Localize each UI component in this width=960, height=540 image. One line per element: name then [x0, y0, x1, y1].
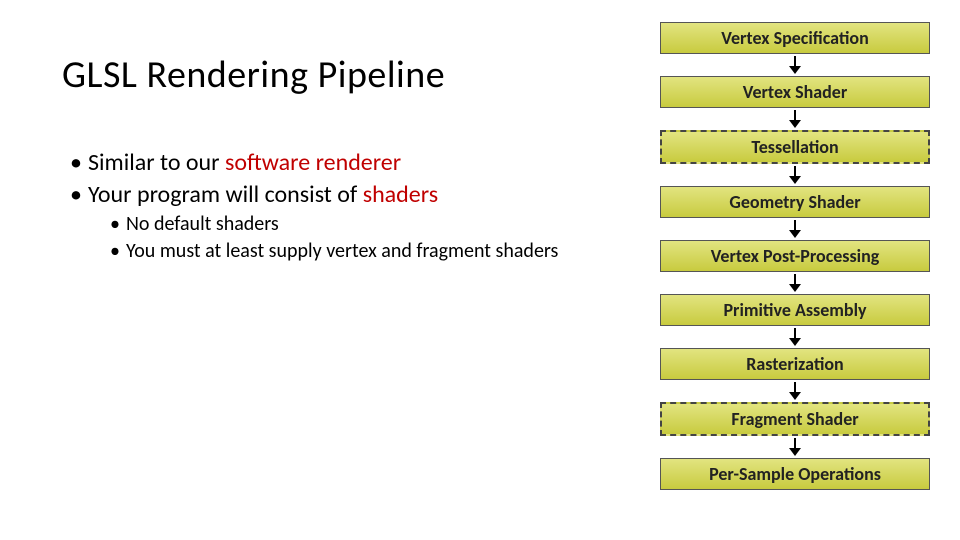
arrow-icon [789, 437, 801, 457]
bullet-1: •Similar to our software renderer [70, 148, 630, 178]
stage-per-sample-operations: Per-Sample Operations [660, 458, 930, 490]
arrow-icon [789, 165, 801, 185]
slide-title: GLSL Rendering Pipeline [62, 52, 445, 98]
stage-vertex-post-processing: Vertex Post-Processing [660, 240, 930, 272]
slide-body: •Similar to our software renderer •Your … [70, 148, 630, 264]
stage-primitive-assembly: Primitive Assembly [660, 294, 930, 326]
bullet-icon: • [70, 180, 88, 210]
bullet-2-text-a: Your program will consist of [88, 180, 363, 209]
bullet-1-text-a: Similar to our [88, 148, 225, 177]
sub-bullet-2: •You must at least supply vertex and fra… [110, 239, 630, 264]
slide: GLSL Rendering Pipeline •Similar to our … [0, 0, 960, 540]
stage-vertex-shader: Vertex Shader [660, 76, 930, 108]
arrow-icon [789, 381, 801, 401]
bullet-icon: • [110, 239, 126, 264]
arrow-icon [789, 273, 801, 293]
bullet-icon: • [70, 148, 88, 178]
sub-bullet-1-text: No default shaders [126, 212, 279, 236]
stage-vertex-specification: Vertex Specification [660, 22, 930, 54]
bullet-1-highlight: software renderer [225, 148, 401, 177]
arrow-icon [789, 55, 801, 75]
stage-fragment-shader: Fragment Shader [660, 402, 930, 436]
sub-bullet-2-text: You must at least supply vertex and frag… [126, 239, 558, 263]
bullet-2: •Your program will consist of shaders [70, 180, 630, 210]
stage-geometry-shader: Geometry Shader [660, 186, 930, 218]
sub-bullet-1: •No default shaders [110, 212, 630, 237]
arrow-icon [789, 219, 801, 239]
stage-tessellation: Tessellation [660, 130, 930, 164]
pipeline-diagram: Vertex Specification Vertex Shader Tesse… [650, 22, 940, 490]
arrow-icon [789, 327, 801, 347]
arrow-icon [789, 109, 801, 129]
bullet-2-highlight: shaders [363, 180, 438, 209]
stage-rasterization: Rasterization [660, 348, 930, 380]
bullet-icon: • [110, 212, 126, 237]
